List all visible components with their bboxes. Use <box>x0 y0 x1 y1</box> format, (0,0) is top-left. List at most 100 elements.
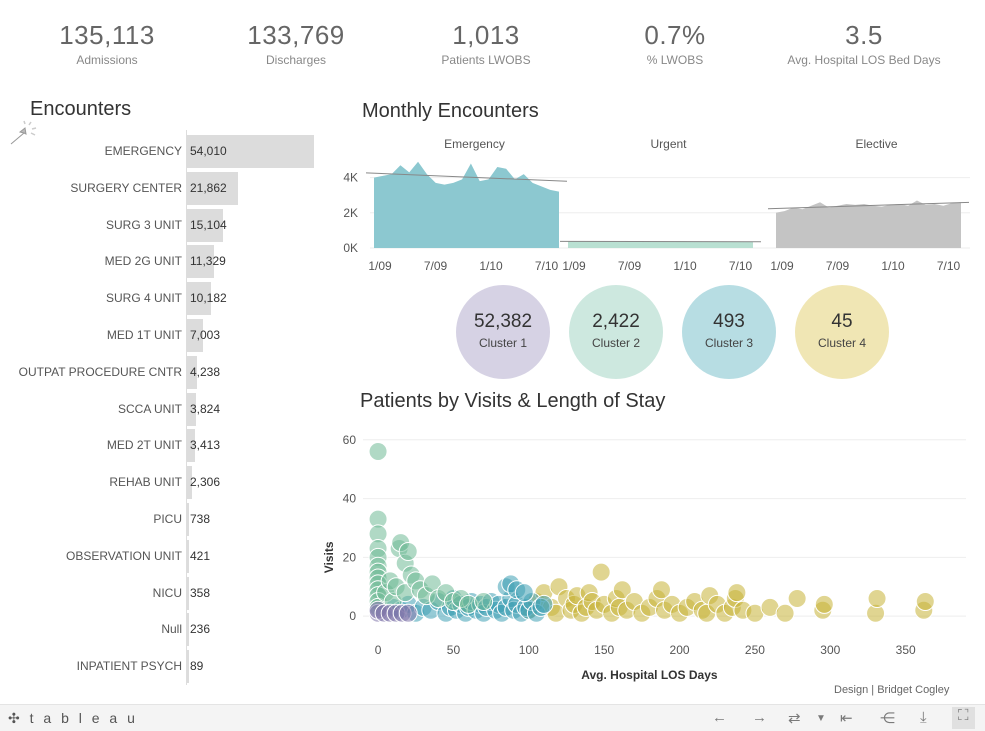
encounter-row[interactable]: REHAB UNIT 2,306 <box>0 465 320 500</box>
area-series-urgent[interactable] <box>568 241 753 248</box>
encounter-row[interactable]: MED 2T UNIT 3,413 <box>0 428 320 463</box>
cluster-value: 45 <box>831 311 853 332</box>
scatter-point[interactable] <box>915 591 935 611</box>
panel-header: Elective <box>855 137 897 151</box>
encounter-bar[interactable] <box>187 650 189 684</box>
encounter-bar[interactable] <box>187 539 189 573</box>
cluster-2-bubble[interactable]: 2,422 Cluster 2 <box>569 285 663 379</box>
encounter-row[interactable]: EMERGENCY 54,010 <box>0 134 320 168</box>
kpi-value: 0.7% <box>644 20 706 50</box>
scatter-point[interactable] <box>398 603 418 623</box>
scatter-point[interactable] <box>474 591 494 611</box>
encounter-label: OUTPAT PROCEDURE CNTR <box>18 364 182 379</box>
kpi-avg-los: 3.5 Avg. Hospital LOS Bed Days <box>769 20 959 67</box>
encounter-label: INPATIENT PSYCH <box>76 659 182 674</box>
scatter-point[interactable] <box>368 442 388 462</box>
encounter-label: SURG 4 UNIT <box>105 291 182 306</box>
encounter-row[interactable]: SCCA UNIT 3,824 <box>0 392 320 426</box>
share-icon[interactable]: ⋲ <box>880 709 895 727</box>
x-axis-label: Avg. Hospital LOS Days <box>581 668 718 682</box>
encounter-value: 11,329 <box>190 254 226 269</box>
encounter-bar[interactable] <box>187 503 189 536</box>
reset-icon[interactable]: ⇤ <box>840 709 853 727</box>
x-tick-label: 50 <box>447 643 461 657</box>
kpi-label: Patients LWOBS <box>441 53 531 67</box>
encounter-value: 89 <box>190 659 204 674</box>
cluster-value: 2,422 <box>592 311 640 332</box>
x-tick-label: 200 <box>670 643 690 657</box>
redo-icon[interactable]: → <box>752 709 767 726</box>
encounter-bar[interactable] <box>187 613 189 647</box>
fullscreen-icon[interactable]: ⛶ <box>952 707 975 729</box>
encounter-bar[interactable] <box>187 576 189 610</box>
kpi-label: % LWOBS <box>646 53 704 67</box>
scatter-point[interactable] <box>534 594 554 614</box>
chevron-down-icon[interactable]: ▼ <box>816 713 826 724</box>
kpi-patients-lwobs: 1,013 Patients LWOBS <box>391 20 581 67</box>
encounter-row[interactable]: Null 236 <box>0 612 320 647</box>
x-tick-label: 250 <box>745 643 765 657</box>
kpi-label: Admissions <box>76 53 138 67</box>
encounter-row[interactable]: SURGERY CENTER 21,862 <box>0 171 320 205</box>
kpi-value: 3.5 <box>845 20 883 50</box>
monthly-encounters-title: Monthly Encounters <box>362 100 539 122</box>
x-tick-label: 7/10 <box>535 259 559 273</box>
x-tick-label: 1/10 <box>673 259 697 273</box>
y-tick-label: 20 <box>343 550 357 564</box>
scatter-point[interactable] <box>727 583 747 603</box>
x-tick-label: 150 <box>594 643 614 657</box>
encounter-row[interactable]: SURG 3 UNIT 15,104 <box>0 208 320 242</box>
scatter-point[interactable] <box>398 541 418 561</box>
encounter-value: 738 <box>190 512 211 526</box>
tableau-logo[interactable]: ✣ t a b l e a u <box>8 710 138 727</box>
scatter-point[interactable] <box>814 594 834 614</box>
encounter-label: SCCA UNIT <box>117 401 182 416</box>
x-tick-label: 1/09 <box>562 259 586 273</box>
y-tick-label: 4K <box>343 171 358 185</box>
encounter-value: 21,862 <box>190 180 227 195</box>
cluster-4-bubble[interactable]: 45 Cluster 4 <box>795 285 889 379</box>
x-tick-label: 1/09 <box>368 259 392 273</box>
encounter-value: 3,824 <box>190 401 221 416</box>
encounter-label: MED 2T UNIT <box>106 438 182 453</box>
encounter-value: 15,104 <box>190 217 227 232</box>
encounters-title: Encounters <box>30 98 132 120</box>
x-tick-label: 1/10 <box>479 259 503 273</box>
encounter-row[interactable]: SURG 4 UNIT 10,182 <box>0 281 320 316</box>
encounter-row[interactable]: NICU 358 <box>0 576 320 610</box>
encounter-label: OBSERVATION UNIT <box>65 548 182 563</box>
encounter-label: NICU <box>152 585 182 600</box>
encounter-value: 236 <box>190 622 211 637</box>
cluster-3-bubble[interactable]: 493 Cluster 3 <box>682 285 776 379</box>
cluster-1-bubble[interactable]: 52,382 Cluster 1 <box>456 285 550 379</box>
encounter-row[interactable]: OBSERVATION UNIT 421 <box>0 539 320 573</box>
design-credit[interactable]: Design | Bridget Cogley <box>834 684 949 696</box>
x-tick-label: 100 <box>519 643 539 657</box>
scatter-point[interactable] <box>591 562 611 582</box>
cluster-label: Cluster 1 <box>478 336 528 350</box>
encounter-value: 54,010 <box>190 144 227 158</box>
panel-header: Emergency <box>444 137 505 151</box>
download-icon[interactable]: ⤓ <box>920 709 927 726</box>
scatter-point[interactable] <box>514 583 534 603</box>
scatter-point[interactable] <box>775 603 795 623</box>
x-tick-label: 7/09 <box>618 259 642 273</box>
encounter-value: 7,003 <box>190 328 221 342</box>
scatter-point[interactable] <box>867 589 887 609</box>
encounter-value: 2,306 <box>190 475 221 490</box>
encounter-label: SURG 3 UNIT <box>105 217 182 232</box>
cluster-label: Cluster 2 <box>591 336 641 350</box>
encounter-row[interactable]: PICU 738 <box>0 502 320 536</box>
x-tick-label: 1/10 <box>881 259 905 273</box>
y-tick-label: 40 <box>343 492 357 506</box>
encounter-row[interactable]: MED 1T UNIT 7,003 <box>0 318 320 352</box>
y-tick-label: 60 <box>343 433 357 447</box>
encounter-row[interactable]: INPATIENT PSYCH 89 <box>0 649 320 684</box>
encounter-row[interactable]: MED 2G UNIT 11,329 <box>0 244 320 279</box>
revert-icon[interactable]: ⇄ <box>788 709 801 727</box>
undo-icon[interactable]: ← <box>712 709 727 726</box>
encounter-row[interactable]: OUTPAT PROCEDURE CNTR 4,238 <box>0 355 320 389</box>
scatter-point[interactable] <box>787 589 807 609</box>
encounter-value: 3,413 <box>190 438 221 453</box>
kpi-value: 133,769 <box>247 20 345 50</box>
